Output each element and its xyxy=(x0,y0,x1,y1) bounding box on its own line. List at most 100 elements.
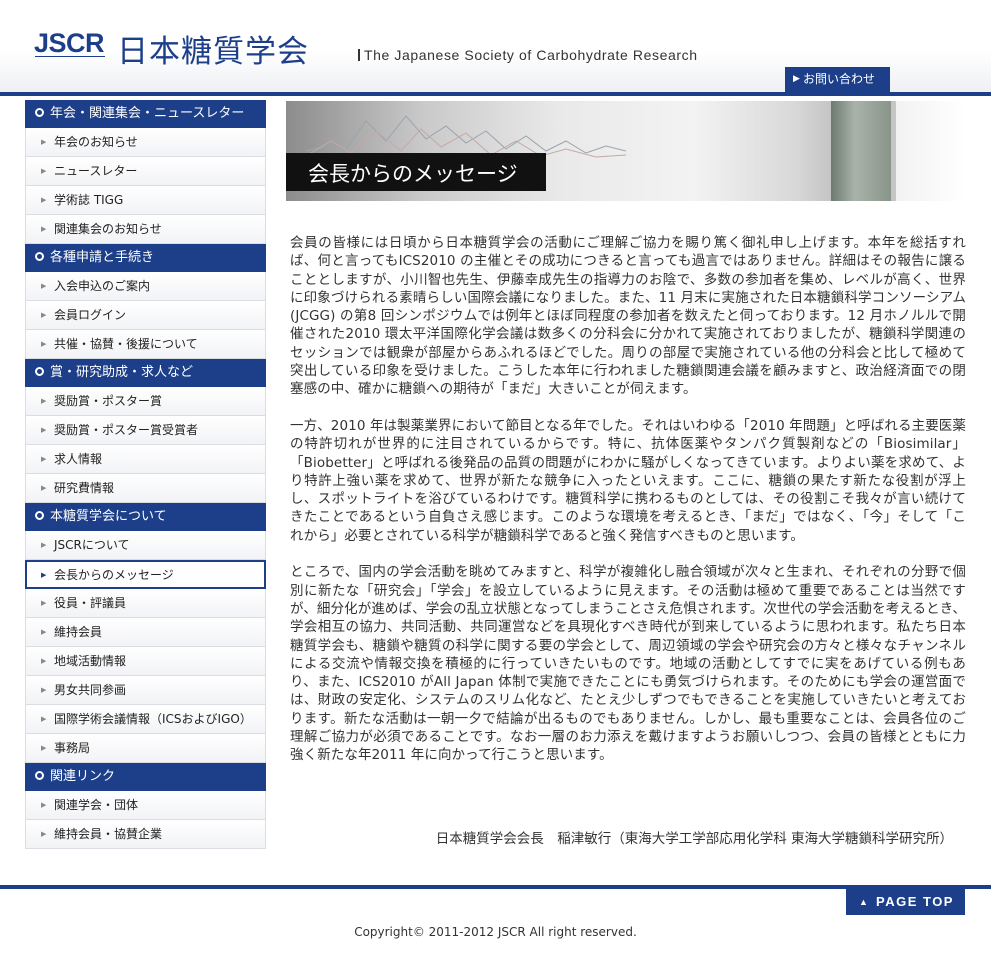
message-paragraph: 一方、2010 年は製薬業界において節目となる年でした。それはいわゆる「2010… xyxy=(290,417,966,544)
sidebar-section-title: 関連リンク xyxy=(50,769,116,784)
building-column xyxy=(831,101,891,201)
sidebar-item-label: 求人情報 xyxy=(54,452,103,466)
triangle-right-icon: ▶ xyxy=(41,571,47,579)
triangle-right-icon: ▶ xyxy=(41,484,47,492)
sidebar-item-label: 維持会員・協賛企業 xyxy=(54,827,163,841)
sidebar-item-label: 年会のお知らせ xyxy=(54,135,138,149)
sidebar-item[interactable]: ▶ 男女共同参画 xyxy=(25,676,266,705)
sidebar-item-label: ニュースレター xyxy=(54,164,138,178)
sidebar-item[interactable]: ▶ 維持会員・協賛企業 xyxy=(25,820,266,849)
triangle-right-icon: ▶ xyxy=(41,801,47,809)
message-body: 会員の皆様には日頃から日本糖質学会の活動にご理解ご協力を賜り篤く御礼申し上げます… xyxy=(290,234,966,783)
circle-bullet-icon xyxy=(35,367,44,376)
triangle-right-icon: ▶ xyxy=(41,599,47,607)
sidebar-item[interactable]: ▶ 事務局 xyxy=(25,734,266,763)
site-header: JSCR 日本糖質学会 The Japanese Society of Carb… xyxy=(0,0,991,92)
sidebar-item[interactable]: ▶ 地域活動情報 xyxy=(25,647,266,676)
sidebar-item[interactable]: ▶ JSCRについて xyxy=(25,531,266,560)
sidebar-item-label: 男女共同参画 xyxy=(54,683,127,697)
sidebar-item[interactable]: ▶ ニュースレター xyxy=(25,157,266,186)
site-title-en-text: The Japanese Society of Carbohydrate Res… xyxy=(364,47,698,63)
sidebar-item-label: 関連学会・団体 xyxy=(54,798,139,812)
circle-bullet-icon xyxy=(35,771,44,780)
page-top-button[interactable]: ▲ PAGE TOP xyxy=(846,889,965,915)
sidebar-item-label: 奨励賞・ポスター賞 xyxy=(54,394,163,408)
sidebar-section-heading: 本糖質学会について xyxy=(25,503,266,531)
sidebar-item-label: 関連集会のお知らせ xyxy=(54,222,162,236)
contact-button[interactable]: ▶ お問い合わせ xyxy=(785,67,890,92)
signature: 日本糖質学会会長 稲津敏行（東海大学工学部応用化学科 東海大学糖鎖科学研究所） xyxy=(435,831,953,847)
sidebar-item-label: 会長からのメッセージ xyxy=(54,568,174,582)
triangle-right-icon: ▶ xyxy=(41,628,47,636)
footer-rule xyxy=(0,885,991,889)
sidebar-item[interactable]: ▶ 会員ログイン xyxy=(25,301,266,330)
triangle-right-icon: ▶ xyxy=(41,311,47,319)
contact-label: お問い合わせ xyxy=(803,72,876,86)
circle-bullet-icon xyxy=(35,511,44,520)
sidebar-item-label: 国際学術会議情報（ICSおよびIGO） xyxy=(54,712,252,726)
divider-bar xyxy=(358,49,360,61)
header-rule xyxy=(0,92,991,96)
sidebar-section-title: 賞・研究助成・求人など xyxy=(50,365,194,380)
page-top-label: PAGE TOP xyxy=(876,894,954,909)
triangle-right-icon: ▶ xyxy=(41,196,47,204)
sidebar-section-heading: 年会・関連集会・ニュースレター xyxy=(25,100,266,128)
sidebar-item[interactable]: ▶ 関連学会・団体 xyxy=(25,791,266,820)
sidebar-item-label: 共催・協賛・後援について xyxy=(54,337,198,351)
building-wall xyxy=(896,101,965,201)
sidebar-item-label: 会員ログイン xyxy=(54,308,127,322)
sidebar-section-title: 年会・関連集会・ニュースレター xyxy=(50,106,245,121)
sidebar-item-label: 事務局 xyxy=(54,741,91,755)
page-title: 会長からのメッセージ xyxy=(308,162,518,186)
triangle-right-icon: ▶ xyxy=(41,715,47,723)
copyright: Copyright© 2011-2012 JSCR All right rese… xyxy=(354,925,637,939)
triangle-up-icon: ▲ xyxy=(859,897,870,907)
sidebar-section-heading: 賞・研究助成・求人など xyxy=(25,359,266,387)
logo-underline xyxy=(35,56,105,60)
sidebar-section-title: 各種申請と手続き xyxy=(50,250,155,265)
sidebar-item-label: 研究費情報 xyxy=(54,481,115,495)
triangle-right-icon: ▶ xyxy=(41,455,47,463)
triangle-right-icon: ▶ xyxy=(41,426,47,434)
sidebar-item-label: 学術誌 TIGG xyxy=(54,193,124,207)
sidebar-item[interactable]: ▶ 共催・協賛・後援について xyxy=(25,330,266,359)
sidebar-item[interactable]: ▶ 奨励賞・ポスター賞 xyxy=(25,387,266,416)
sidebar-section-heading: 各種申請と手続き xyxy=(25,244,266,272)
sidebar-item-label: JSCRについて xyxy=(54,538,130,552)
triangle-right-icon: ▶ xyxy=(41,830,47,838)
sidebar-item[interactable]: ▶ 学術誌 TIGG xyxy=(25,186,266,215)
sidebar-item[interactable]: ▶ 研究費情報 xyxy=(25,474,266,503)
triangle-right-icon: ▶ xyxy=(41,686,47,694)
sidebar-item[interactable]: ▶ 年会のお知らせ xyxy=(25,128,266,157)
sidebar-item-label: 役員・評議員 xyxy=(54,596,127,610)
triangle-right-icon: ▶ xyxy=(41,657,47,665)
sidebar-item[interactable]: ▶ 関連集会のお知らせ xyxy=(25,215,266,244)
sidebar-item-label: 地域活動情報 xyxy=(54,654,127,668)
message-paragraph: ところで、国内の学会活動を眺めてみますと、科学が複雑化し融合領域が次々と生まれ、… xyxy=(290,564,966,764)
sidebar-section-heading: 関連リンク xyxy=(25,763,266,791)
triangle-right-icon: ▶ xyxy=(41,225,47,233)
message-paragraph: 会員の皆様には日頃から日本糖質学会の活動にご理解ご協力を賜り篤く御礼申し上げます… xyxy=(290,235,966,398)
triangle-right-icon: ▶ xyxy=(41,340,47,348)
triangle-right-icon: ▶ xyxy=(41,744,47,752)
circle-bullet-icon xyxy=(35,252,44,261)
sidebar-nav: 年会・関連集会・ニュースレター ▶ 年会のお知らせ ▶ ニュースレター ▶ 学術誌 TIGG… xyxy=(25,100,266,849)
site-title-en: The Japanese Society of Carbohydrate Res… xyxy=(358,47,698,63)
hero-banner: 会長からのメッセージ xyxy=(286,101,965,201)
sidebar-section-title: 本糖質学会について xyxy=(50,509,167,524)
triangle-right-icon: ▶ xyxy=(41,397,47,405)
chevron-right-icon: ▶ xyxy=(793,74,800,84)
sidebar-item[interactable]: ▶ 求人情報 xyxy=(25,445,266,474)
jscr-logo[interactable]: JSCR xyxy=(34,28,105,59)
sidebar-item[interactable]: ▶ 維持会員 xyxy=(25,618,266,647)
circle-bullet-icon xyxy=(35,108,44,117)
sidebar-item[interactable]: ▶ 奨励賞・ポスター賞受賞者 xyxy=(25,416,266,445)
sidebar-item-label: 入会申込のご案内 xyxy=(54,279,151,293)
site-title-jp[interactable]: 日本糖質学会 xyxy=(117,26,309,71)
sidebar-item[interactable]: ▶ 会長からのメッセージ xyxy=(25,560,266,589)
sidebar-item-label: 奨励賞・ポスター賞受賞者 xyxy=(54,423,199,437)
triangle-right-icon: ▶ xyxy=(41,541,47,549)
sidebar-item[interactable]: ▶ 入会申込のご案内 xyxy=(25,272,266,301)
sidebar-item[interactable]: ▶ 役員・評議員 xyxy=(25,589,266,618)
sidebar-item[interactable]: ▶ 国際学術会議情報（ICSおよびIGO） xyxy=(25,705,266,734)
